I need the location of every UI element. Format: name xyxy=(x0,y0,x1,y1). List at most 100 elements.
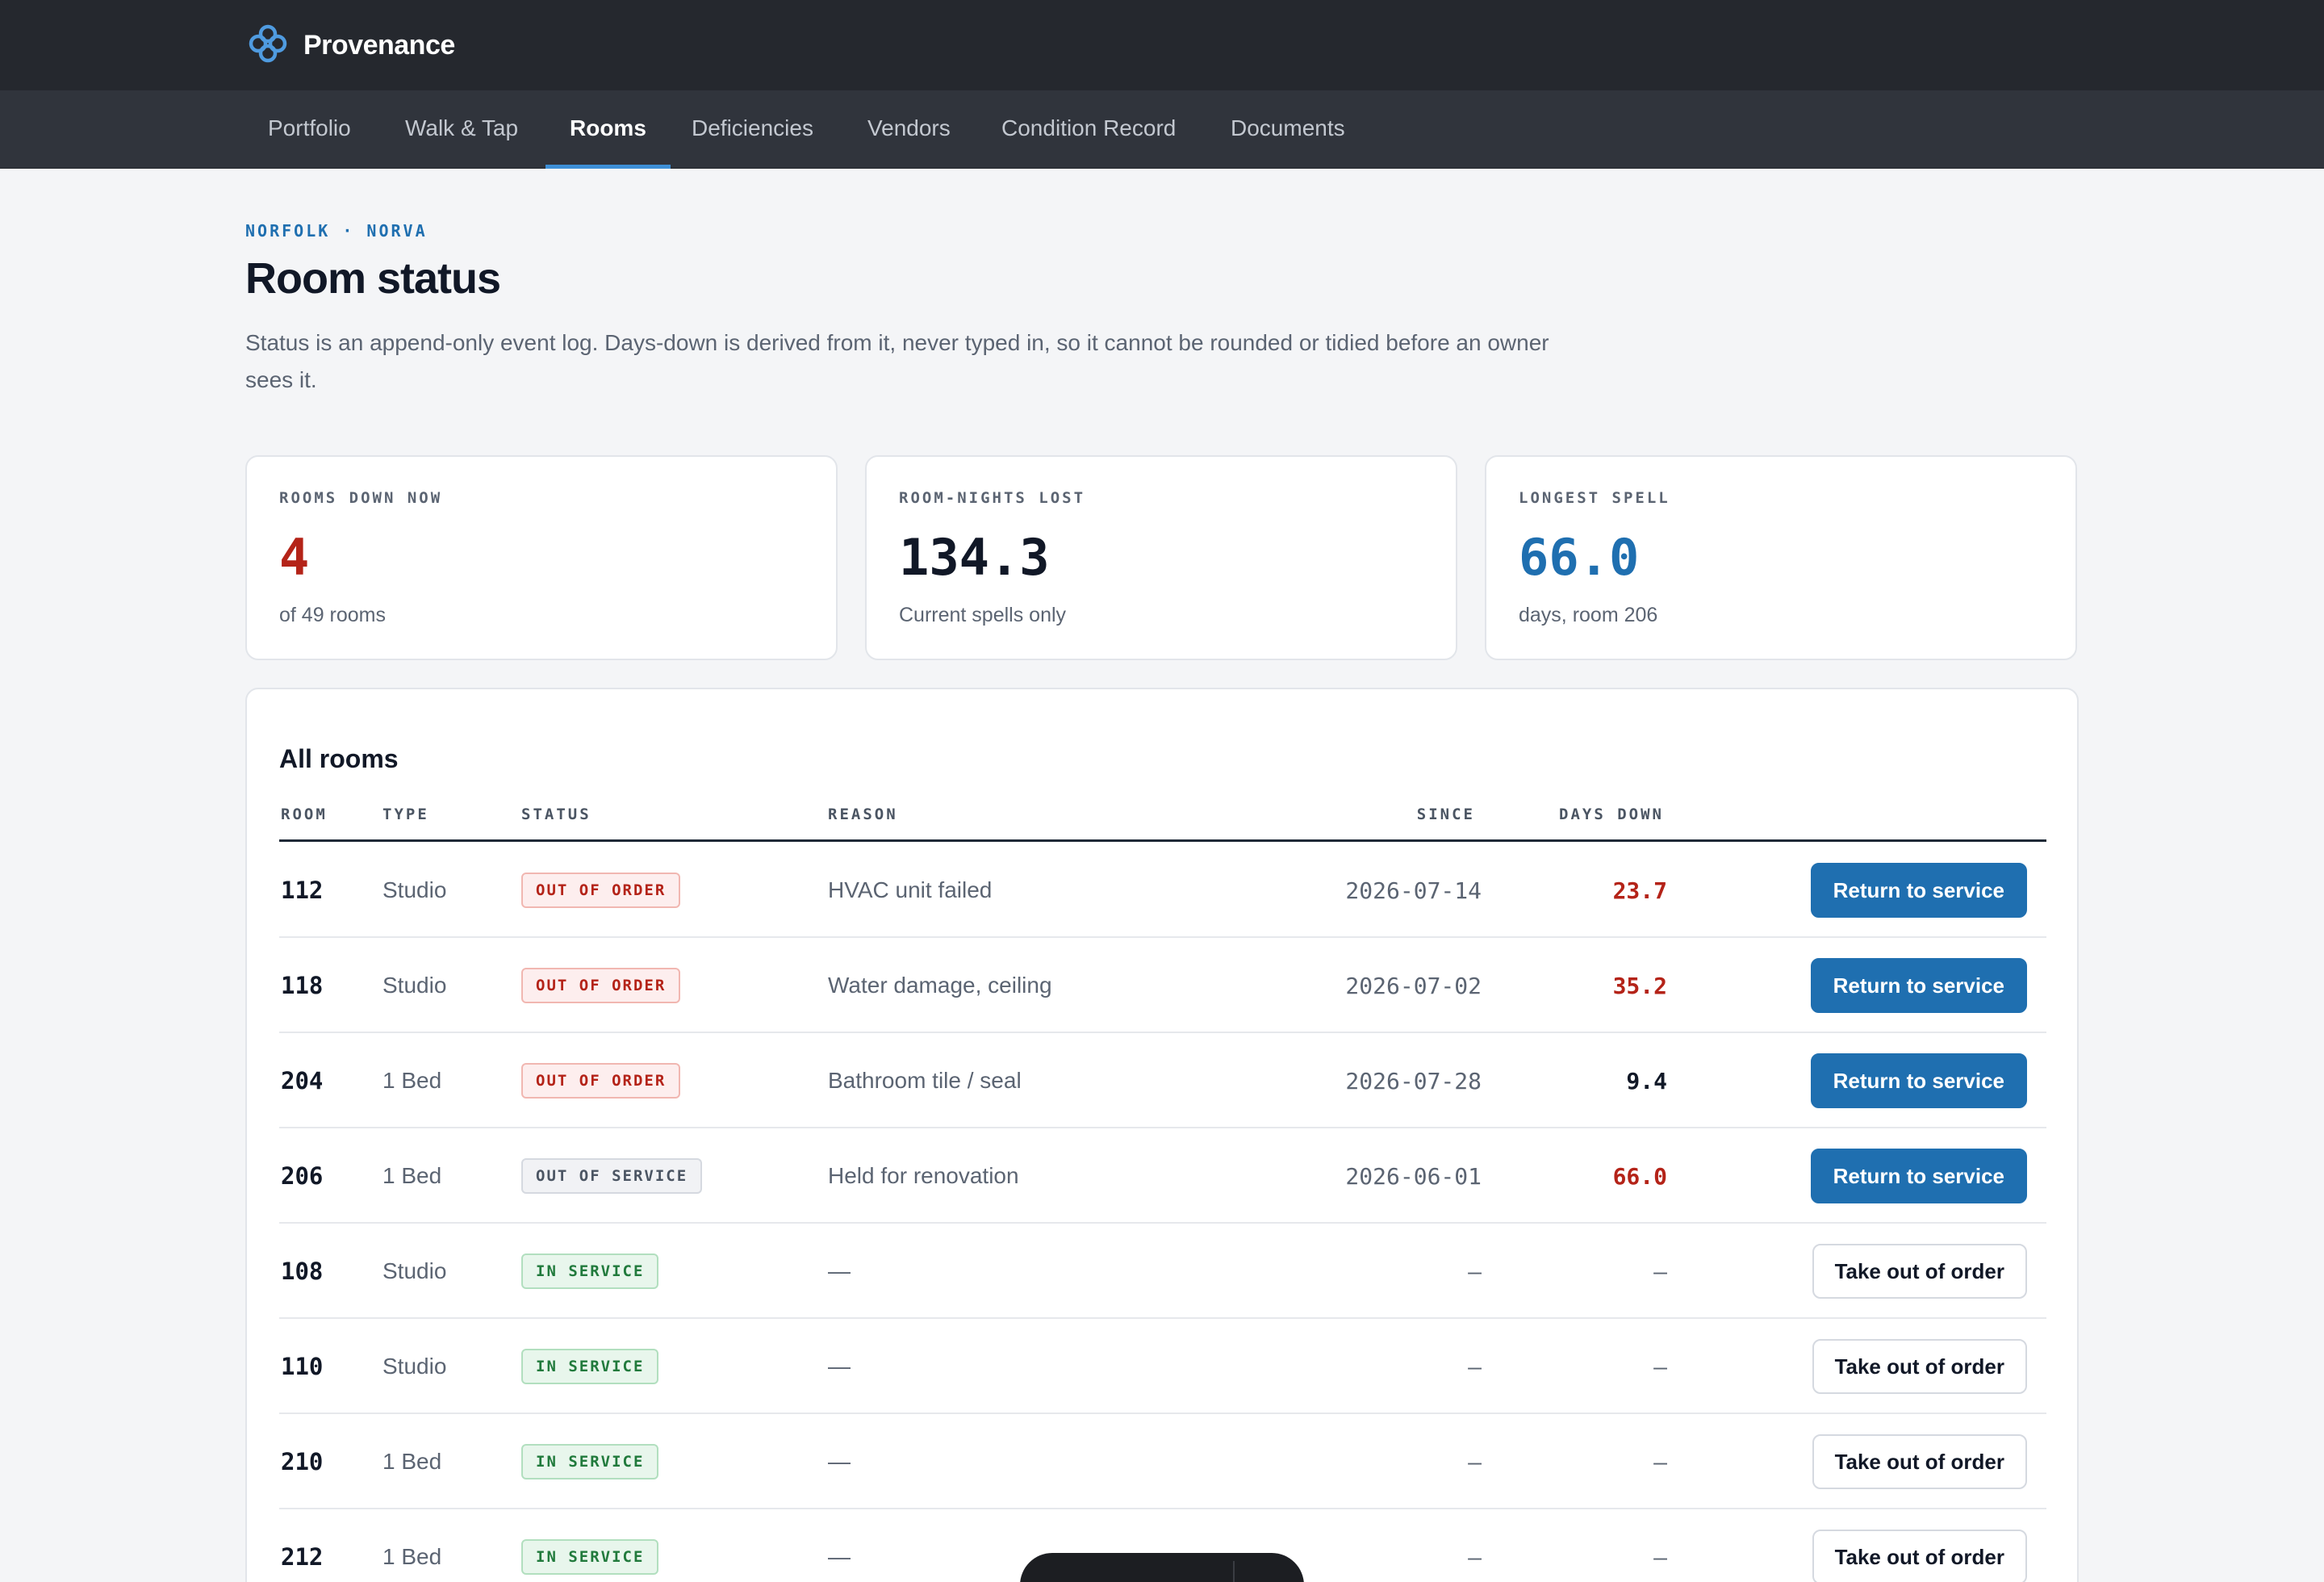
days-down: 35.2 xyxy=(1612,972,1667,999)
stat-label: LONGEST SPELL xyxy=(1519,489,1670,507)
stat-sub: days, room 206 xyxy=(1519,604,1658,626)
table-row: 110 Studio IN SERVICE — – – Take out of order xyxy=(279,1319,2046,1414)
days-down: – xyxy=(1653,1353,1667,1380)
room-number: 204 xyxy=(281,1067,324,1094)
stat-sub: of 49 rooms xyxy=(279,604,387,626)
status-badge: IN SERVICE xyxy=(521,1539,659,1575)
status-badge: IN SERVICE xyxy=(521,1444,659,1479)
days-down: 66.0 xyxy=(1612,1162,1667,1190)
brand[interactable]: Provenance xyxy=(247,21,455,69)
reason-text: — xyxy=(828,1258,851,1283)
room-type: 1 Bed xyxy=(382,1449,442,1474)
column-header-room: ROOM xyxy=(281,806,328,823)
column-header-type: TYPE xyxy=(382,806,429,823)
stat-card-rooms-down: ROOMS DOWN NOW 4 of 49 rooms xyxy=(245,455,838,660)
column-header-days-down: DAYS DOWN xyxy=(1559,806,1664,823)
stat-card-longest-spell: LONGEST SPELL 66.0 days, room 206 xyxy=(1485,455,2077,660)
toolbar-divider xyxy=(1233,1561,1235,1582)
room-number: 212 xyxy=(281,1543,324,1571)
return-to-service-button[interactable]: Return to service xyxy=(1810,1149,2027,1203)
top-bar: Provenance xyxy=(0,0,2324,90)
days-down: – xyxy=(1653,1258,1667,1285)
page-title: Room status xyxy=(245,254,501,303)
table-row: 206 1 Bed OUT OF SERVICE Held for renovatio… xyxy=(279,1128,2046,1224)
status-badge: OUT OF ORDER xyxy=(521,1063,681,1099)
room-number: 206 xyxy=(281,1162,324,1190)
reason-text: Bathroom tile / seal xyxy=(828,1068,1022,1093)
status-badge: IN SERVICE xyxy=(521,1349,659,1384)
since-date: 2026-07-28 xyxy=(1345,1067,1482,1094)
since-date: – xyxy=(1468,1448,1482,1475)
table-row: 112 Studio OUT OF ORDER HVAC unit failed 202… xyxy=(279,843,2046,938)
take-out-of-order-button[interactable]: Take out of order xyxy=(1812,1530,2027,1582)
nav-item-portfolio[interactable]: Portfolio xyxy=(244,90,375,169)
since-date: – xyxy=(1468,1258,1482,1285)
room-number: 108 xyxy=(281,1258,324,1285)
room-type: 1 Bed xyxy=(382,1068,442,1093)
reason-text: Held for renovation xyxy=(828,1163,1019,1188)
nav-item-walk-and-tap[interactable]: Walk & Tap xyxy=(381,90,542,169)
room-number: 210 xyxy=(281,1448,324,1475)
stat-label: ROOM-NIGHTS LOST xyxy=(899,489,1086,507)
room-type: Studio xyxy=(382,973,447,998)
days-down: – xyxy=(1653,1448,1667,1475)
app-name: Provenance xyxy=(303,29,455,61)
nav-item-documents[interactable]: Documents xyxy=(1206,90,1369,169)
stat-label: ROOMS DOWN NOW xyxy=(279,489,443,507)
since-date: – xyxy=(1468,1543,1482,1571)
since-date: – xyxy=(1468,1353,1482,1380)
days-down: 23.7 xyxy=(1612,877,1667,904)
column-header-status: STATUS xyxy=(521,806,591,823)
table-header-divider xyxy=(279,839,2046,842)
stat-sub: Current spells only xyxy=(899,604,1067,626)
status-badge: OUT OF ORDER xyxy=(521,873,681,908)
table-row: 108 Studio IN SERVICE — – – Take out of order xyxy=(279,1224,2046,1319)
table-row: 118 Studio OUT OF ORDER Water damage, ceili… xyxy=(279,938,2046,1033)
status-badge: IN SERVICE xyxy=(521,1253,659,1289)
stat-value: 134.3 xyxy=(899,528,1050,587)
take-out-of-order-button[interactable]: Take out of order xyxy=(1812,1339,2027,1394)
take-out-of-order-button[interactable]: Take out of order xyxy=(1812,1244,2027,1299)
room-number: 118 xyxy=(281,972,324,999)
room-type: Studio xyxy=(382,1258,447,1283)
days-down: 9.4 xyxy=(1626,1067,1667,1094)
take-out-of-order-button[interactable]: Take out of order xyxy=(1812,1434,2027,1489)
logo-icon xyxy=(247,19,289,72)
column-header-since: SINCE xyxy=(1416,806,1475,823)
stat-value: 4 xyxy=(279,528,310,587)
reason-text: Water damage, ceiling xyxy=(828,973,1052,998)
column-header-reason: REASON xyxy=(828,806,898,823)
page-description: Status is an append-only event log. Days… xyxy=(245,330,1549,392)
room-number: 110 xyxy=(281,1353,324,1380)
floating-toolbar[interactable] xyxy=(1020,1553,1304,1582)
since-date: 2026-07-02 xyxy=(1345,972,1482,999)
status-badge: OUT OF ORDER xyxy=(521,968,681,1003)
return-to-service-button[interactable]: Return to service xyxy=(1810,958,2027,1013)
since-date: 2026-06-01 xyxy=(1345,1162,1482,1190)
return-to-service-button[interactable]: Return to service xyxy=(1810,863,2027,918)
nav-item-condition-record[interactable]: Condition Record xyxy=(977,90,1200,169)
days-down: – xyxy=(1653,1543,1667,1571)
since-date: 2026-07-14 xyxy=(1345,877,1482,904)
table-row: 204 1 Bed OUT OF ORDER Bathroom tile / seal… xyxy=(279,1033,2046,1128)
table-title: All rooms xyxy=(279,744,399,773)
nav-item-rooms[interactable]: Rooms xyxy=(545,90,671,169)
stat-value: 66.0 xyxy=(1519,528,1640,587)
reason-text: — xyxy=(828,1354,851,1379)
room-type: 1 Bed xyxy=(382,1544,442,1569)
reason-text: — xyxy=(828,1449,851,1474)
status-badge: OUT OF SERVICE xyxy=(521,1158,703,1194)
reason-text: — xyxy=(828,1544,851,1569)
table-row: 210 1 Bed IN SERVICE — – – Take out of order xyxy=(279,1414,2046,1509)
nav-item-deficiencies[interactable]: Deficiencies xyxy=(667,90,838,169)
nav-item-vendors[interactable]: Vendors xyxy=(843,90,975,169)
breadcrumb: NORFOLK · NORVA xyxy=(245,221,428,241)
rooms-table-panel: All rooms ROOM TYPE STATUS REASON SINCE … xyxy=(245,688,2079,1582)
room-type: 1 Bed xyxy=(382,1163,442,1188)
room-number: 112 xyxy=(281,877,324,904)
room-type: Studio xyxy=(382,877,447,902)
reason-text: HVAC unit failed xyxy=(828,877,993,902)
stat-card-room-nights-lost: ROOM-NIGHTS LOST 134.3 Current spells on… xyxy=(865,455,1457,660)
return-to-service-button[interactable]: Return to service xyxy=(1810,1053,2027,1108)
room-type: Studio xyxy=(382,1354,447,1379)
